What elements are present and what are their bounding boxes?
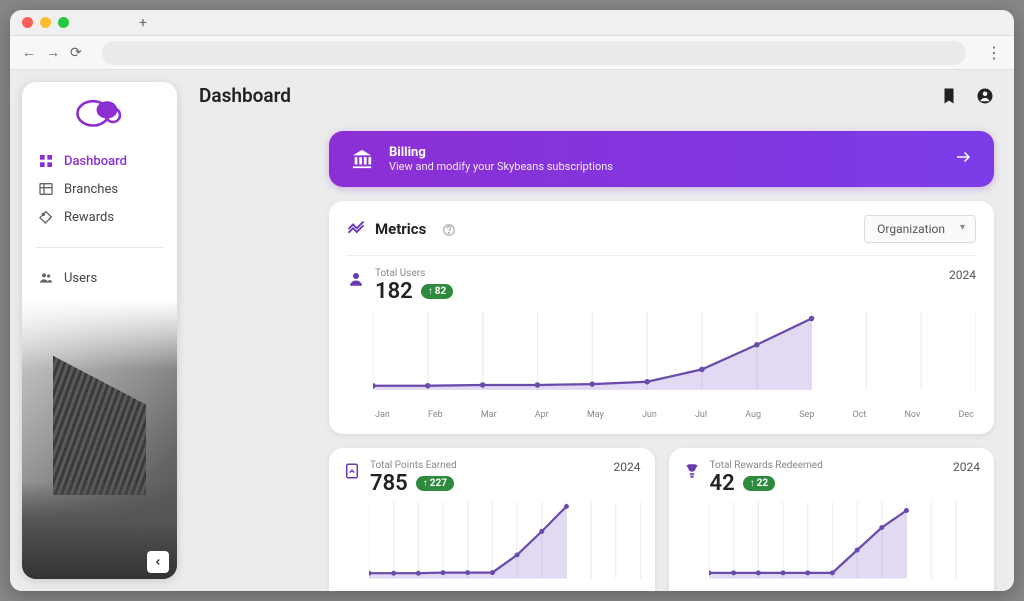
titlebar: + (10, 10, 1014, 36)
sidebar-hero-image (22, 300, 177, 579)
main-header: Dashboard (199, 84, 994, 107)
sidebar-collapse-button[interactable] (147, 551, 169, 573)
billing-subtitle: View and modify your Skybeans subscripti… (389, 160, 938, 173)
branches-icon (38, 181, 54, 197)
browser-toolbar: ← → ⟳ ⋮ (10, 36, 1014, 70)
scope-value: Organization (877, 222, 945, 236)
months-axis: JanFebMarAprMayJunJulAugSepOctNovDec (373, 410, 976, 420)
metric-year: 2024 (614, 460, 641, 474)
sidebar-item-users[interactable]: Users (22, 264, 177, 292)
metric-year: 2024 (949, 268, 976, 282)
metric-value: 42 (710, 471, 735, 496)
sidebar-divider (36, 247, 163, 248)
sidebar-item-dashboard[interactable]: Dashboard (22, 147, 177, 175)
sidebar-item-rewards[interactable]: Rewards (22, 203, 177, 231)
chart-total-users: JanFebMarAprMayJunJulAugSepOctNovDec (347, 312, 976, 420)
sidebar-nav: Dashboard Branches Rewards (22, 139, 177, 239)
page-title: Dashboard (199, 84, 291, 107)
billing-title: Billing (389, 145, 938, 160)
traffic-lights (22, 17, 69, 28)
users-icon (38, 270, 54, 286)
new-tab-button[interactable]: + (139, 15, 147, 31)
metric-value: 182 (375, 279, 413, 304)
analytics-icon (347, 220, 365, 238)
metric-total-users: Total Users 182 ↑ 82 2024 (347, 268, 976, 420)
metric-label: Total Users (375, 268, 939, 279)
billing-text: Billing View and modify your Skybeans su… (389, 145, 938, 173)
user-icon (347, 270, 365, 288)
scope-select[interactable]: Organization (864, 215, 976, 243)
app-content: Dashboard Branches Rewards (10, 70, 1014, 591)
header-actions (940, 87, 994, 105)
metric-delta-badge: ↑ 227 (416, 476, 454, 491)
metrics-header: Metrics Organization (347, 215, 976, 256)
sidebar-item-label: Branches (64, 182, 118, 197)
browser-menu-button[interactable]: ⋮ (986, 43, 1002, 62)
points-icon (343, 462, 361, 480)
sidebar: Dashboard Branches Rewards (22, 82, 177, 579)
metric-value: 785 (370, 471, 408, 496)
metrics-card: Metrics Organization (329, 201, 994, 434)
metric-label: Total Points Earned (370, 460, 605, 471)
sidebar-item-label: Users (64, 271, 97, 286)
metric-label: Total Rewards Redeemed (710, 460, 945, 471)
address-bar[interactable] (102, 41, 966, 65)
billing-card[interactable]: Billing View and modify your Skybeans su… (329, 131, 994, 187)
metric-points-earned: Total Points Earned 785 ↑ 227 2024 (329, 448, 655, 591)
back-button[interactable]: ← (22, 44, 36, 61)
small-metrics-row: Total Points Earned 785 ↑ 227 2024 (329, 448, 994, 591)
sidebar-item-label: Dashboard (64, 154, 127, 169)
main-content: Dashboard Billing View and modify your (177, 70, 1014, 591)
forward-button[interactable]: → (46, 44, 60, 61)
account-icon[interactable] (976, 87, 994, 105)
sidebar-item-label: Rewards (64, 210, 114, 225)
minimize-window-button[interactable] (40, 17, 51, 28)
bookmark-icon[interactable] (940, 87, 958, 105)
sidebar-nav-secondary: Users (22, 256, 177, 300)
trophy-icon (683, 462, 701, 480)
sidebar-item-branches[interactable]: Branches (22, 175, 177, 203)
browser-window: + ← → ⟳ ⋮ Dashboard (10, 10, 1014, 591)
help-icon[interactable] (442, 222, 456, 236)
arrow-right-icon (954, 148, 972, 170)
metric-rewards-redeemed: Total Rewards Redeemed 42 ↑ 22 2024 (669, 448, 995, 591)
chart-points-earned: JanFebMarAprMayJunJulAugSepOctNovDec (343, 502, 641, 591)
metric-delta-badge: ↑ 82 (421, 284, 453, 299)
app-logo (22, 82, 177, 139)
close-window-button[interactable] (22, 17, 33, 28)
browser-tab-bar: + (129, 15, 1002, 31)
metrics-title: Metrics (375, 220, 426, 238)
metric-year: 2024 (953, 460, 980, 474)
metric-delta-badge: ↑ 22 (743, 476, 775, 491)
dashboard-icon (38, 153, 54, 169)
chart-rewards-redeemed: JanFebMarAprMayJunJulAugSepOctNovDec (683, 502, 981, 591)
maximize-window-button[interactable] (58, 17, 69, 28)
rewards-icon (38, 209, 54, 225)
bank-icon (351, 148, 373, 170)
reload-button[interactable]: ⟳ (70, 45, 82, 61)
